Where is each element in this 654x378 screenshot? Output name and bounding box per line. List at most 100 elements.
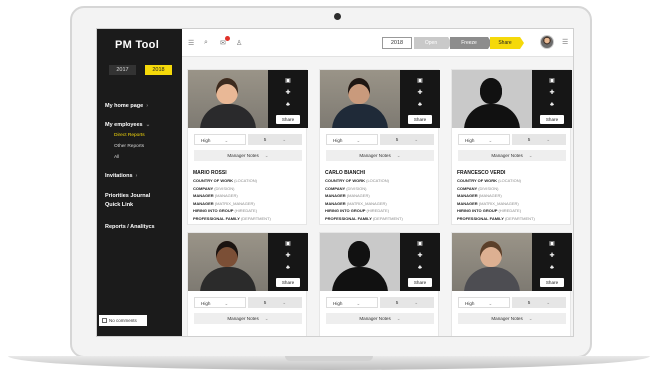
nav-priorities-journal[interactable]: Priorities Journal: [105, 193, 150, 199]
employee-name: MARIO ROSSI: [193, 170, 227, 176]
nav-invitations[interactable]: Invitations ›: [105, 173, 137, 179]
share-button[interactable]: Share: [408, 115, 432, 124]
employee-card[interactable]: ▣ ✚ ♣ Share High ⌄ 5 ⌄ Manager Notes ⌄: [187, 232, 308, 336]
score-select[interactable]: 5 ⌄: [248, 297, 302, 308]
rating-select[interactable]: High ⌄: [194, 297, 246, 308]
sub-direct-reports[interactable]: Direct Reports: [114, 133, 145, 138]
score-select[interactable]: 5 ⌄: [512, 134, 566, 145]
camera-dot: [334, 13, 341, 20]
manager-notes-select[interactable]: Manager Notes ⌄: [458, 150, 566, 161]
manager-notes-label: Manager Notes: [491, 153, 523, 158]
rating-select[interactable]: High ⌄: [326, 134, 378, 145]
manager-notes-select[interactable]: Manager Notes ⌄: [458, 313, 566, 324]
org-chart-icon[interactable]: ✚: [416, 253, 424, 259]
sub-other-reports[interactable]: Other Reports: [114, 144, 144, 149]
share-button[interactable]: Share: [276, 278, 300, 287]
share-button[interactable]: Share: [540, 115, 564, 124]
employee-card[interactable]: ▣ ✚ ♣ Share High ⌄ 5 ⌄ Manager Notes ⌄ CARLO BIANC…: [319, 69, 440, 225]
year-2018-button[interactable]: 2018: [145, 65, 172, 75]
employee-name: CARLO BIANCHI: [325, 170, 365, 176]
org-chart-icon[interactable]: ✚: [416, 90, 424, 96]
year-selector[interactable]: 2018: [382, 37, 412, 49]
nav-my-home-page[interactable]: My home page ›: [105, 103, 148, 109]
card-actions: ▣ ✚ ♣ Share: [532, 233, 572, 291]
employee-photo: [320, 70, 400, 128]
employee-card[interactable]: ▣ ✚ ♣ Share High ⌄ 5 ⌄ Manager Notes ⌄: [319, 232, 440, 336]
search-icon[interactable]: ⌕: [204, 39, 208, 47]
score-select[interactable]: 5 ⌄: [512, 297, 566, 308]
share-button[interactable]: Share: [540, 278, 564, 287]
employee-photo: [320, 233, 400, 291]
no-comments-button[interactable]: No comments: [99, 315, 147, 326]
rating-select[interactable]: High ⌄: [326, 297, 378, 308]
stage-freeze[interactable]: Freeze: [450, 37, 488, 49]
calendar-icon[interactable]: ▣: [284, 78, 292, 84]
score-select[interactable]: 5 ⌄: [248, 134, 302, 145]
info-key: PROFESSIONAL FAMILY: [193, 216, 240, 221]
info-key: COUNTRY OF WORK: [325, 178, 365, 183]
info-key: MANAGER: [325, 193, 346, 199]
score-select[interactable]: 5 ⌄: [380, 134, 434, 145]
nav-my-employees[interactable]: My employees ⌄: [105, 122, 150, 128]
employee-info-row: HIRING INTO GROUP (HIREDATE): [193, 208, 257, 213]
rating-select[interactable]: High ⌄: [458, 297, 510, 308]
year-2017-button[interactable]: 2017: [109, 65, 136, 75]
user-avatar[interactable]: [540, 35, 554, 49]
rating-select[interactable]: High ⌄: [458, 134, 510, 145]
nav-quick-link[interactable]: Quick Link: [105, 202, 133, 208]
calendar-icon[interactable]: ▣: [416, 78, 424, 84]
team-icon[interactable]: ♣: [284, 102, 292, 108]
team-icon[interactable]: ♣: [416, 102, 424, 108]
employee-info-row: MANAGER (MANAGER): [457, 193, 502, 198]
info-value: (HIREDATE): [366, 208, 390, 214]
calendar-icon[interactable]: ▣: [284, 241, 292, 247]
team-icon[interactable]: ♣: [548, 102, 556, 108]
chevron-down-icon: ⌄: [546, 137, 551, 142]
manager-notes-select[interactable]: Manager Notes ⌄: [194, 150, 302, 161]
org-chart-icon[interactable]: ✚: [548, 90, 556, 96]
nav-reports-analytics[interactable]: Reports / Analitycs: [105, 224, 155, 230]
employee-info-row: MANAGER (MANAGER): [193, 193, 238, 198]
manager-notes-select[interactable]: Manager Notes ⌄: [194, 313, 302, 324]
team-icon[interactable]: ♣: [548, 265, 556, 271]
stage-share[interactable]: Share: [490, 37, 520, 49]
info-key: PROFESSIONAL FAMILY: [457, 216, 504, 221]
hamburger-icon[interactable]: ☰: [562, 38, 568, 46]
chevron-down-icon: ⌄: [282, 137, 287, 142]
manager-notes-select[interactable]: Manager Notes ⌄: [326, 313, 434, 324]
calendar-icon[interactable]: ▣: [548, 241, 556, 247]
calendar-icon[interactable]: ▣: [416, 241, 424, 247]
employee-card[interactable]: ▣ ✚ ♣ Share High ⌄ 5 ⌄ Manager Notes ⌄ MARIO ROSSI…: [187, 69, 308, 225]
team-icon[interactable]: ♣: [416, 265, 424, 271]
info-key: COUNTRY OF WORK: [457, 178, 497, 183]
share-button[interactable]: Share: [276, 115, 300, 124]
employee-card[interactable]: ▣ ✚ ♣ Share High ⌄ 5 ⌄ Manager Notes ⌄ FRANCESCO V…: [451, 69, 572, 225]
sub-all[interactable]: All: [114, 155, 119, 160]
score-select[interactable]: 5 ⌄: [380, 297, 434, 308]
menu-icon[interactable]: ☰: [188, 39, 194, 47]
stage-open[interactable]: Open: [414, 37, 448, 49]
calendar-icon[interactable]: ▣: [548, 78, 556, 84]
photo-body: [332, 104, 388, 128]
photo-head: [216, 78, 238, 104]
chevron-down-icon: ⌄: [546, 300, 551, 305]
chevron-down-icon: ⌄: [264, 316, 269, 321]
team-icon[interactable]: ♣: [284, 265, 292, 271]
stage-arrow: [520, 37, 524, 49]
employee-name: FRANCESCO VERDI: [457, 170, 506, 176]
photo-head: [348, 78, 370, 104]
info-key: COMPANY: [457, 185, 478, 191]
employee-card[interactable]: ▣ ✚ ♣ Share High ⌄ 5 ⌄ Manager Notes ⌄: [451, 232, 572, 336]
manager-notes-select[interactable]: Manager Notes ⌄: [326, 150, 434, 161]
card-actions: ▣ ✚ ♣ Share: [268, 233, 308, 291]
share-button[interactable]: Share: [408, 278, 432, 287]
rating-value: High: [201, 138, 211, 143]
org-chart-icon[interactable]: ✚: [284, 253, 292, 259]
rating-select[interactable]: High ⌄: [194, 134, 246, 145]
chevron-down-icon: ⌄: [264, 153, 269, 158]
org-chart-icon[interactable]: ✚: [284, 90, 292, 96]
org-chart-icon[interactable]: ✚: [548, 253, 556, 259]
photo-body: [332, 267, 388, 291]
add-user-icon[interactable]: ♙: [236, 39, 242, 47]
no-comments-label: No comments: [109, 318, 137, 323]
